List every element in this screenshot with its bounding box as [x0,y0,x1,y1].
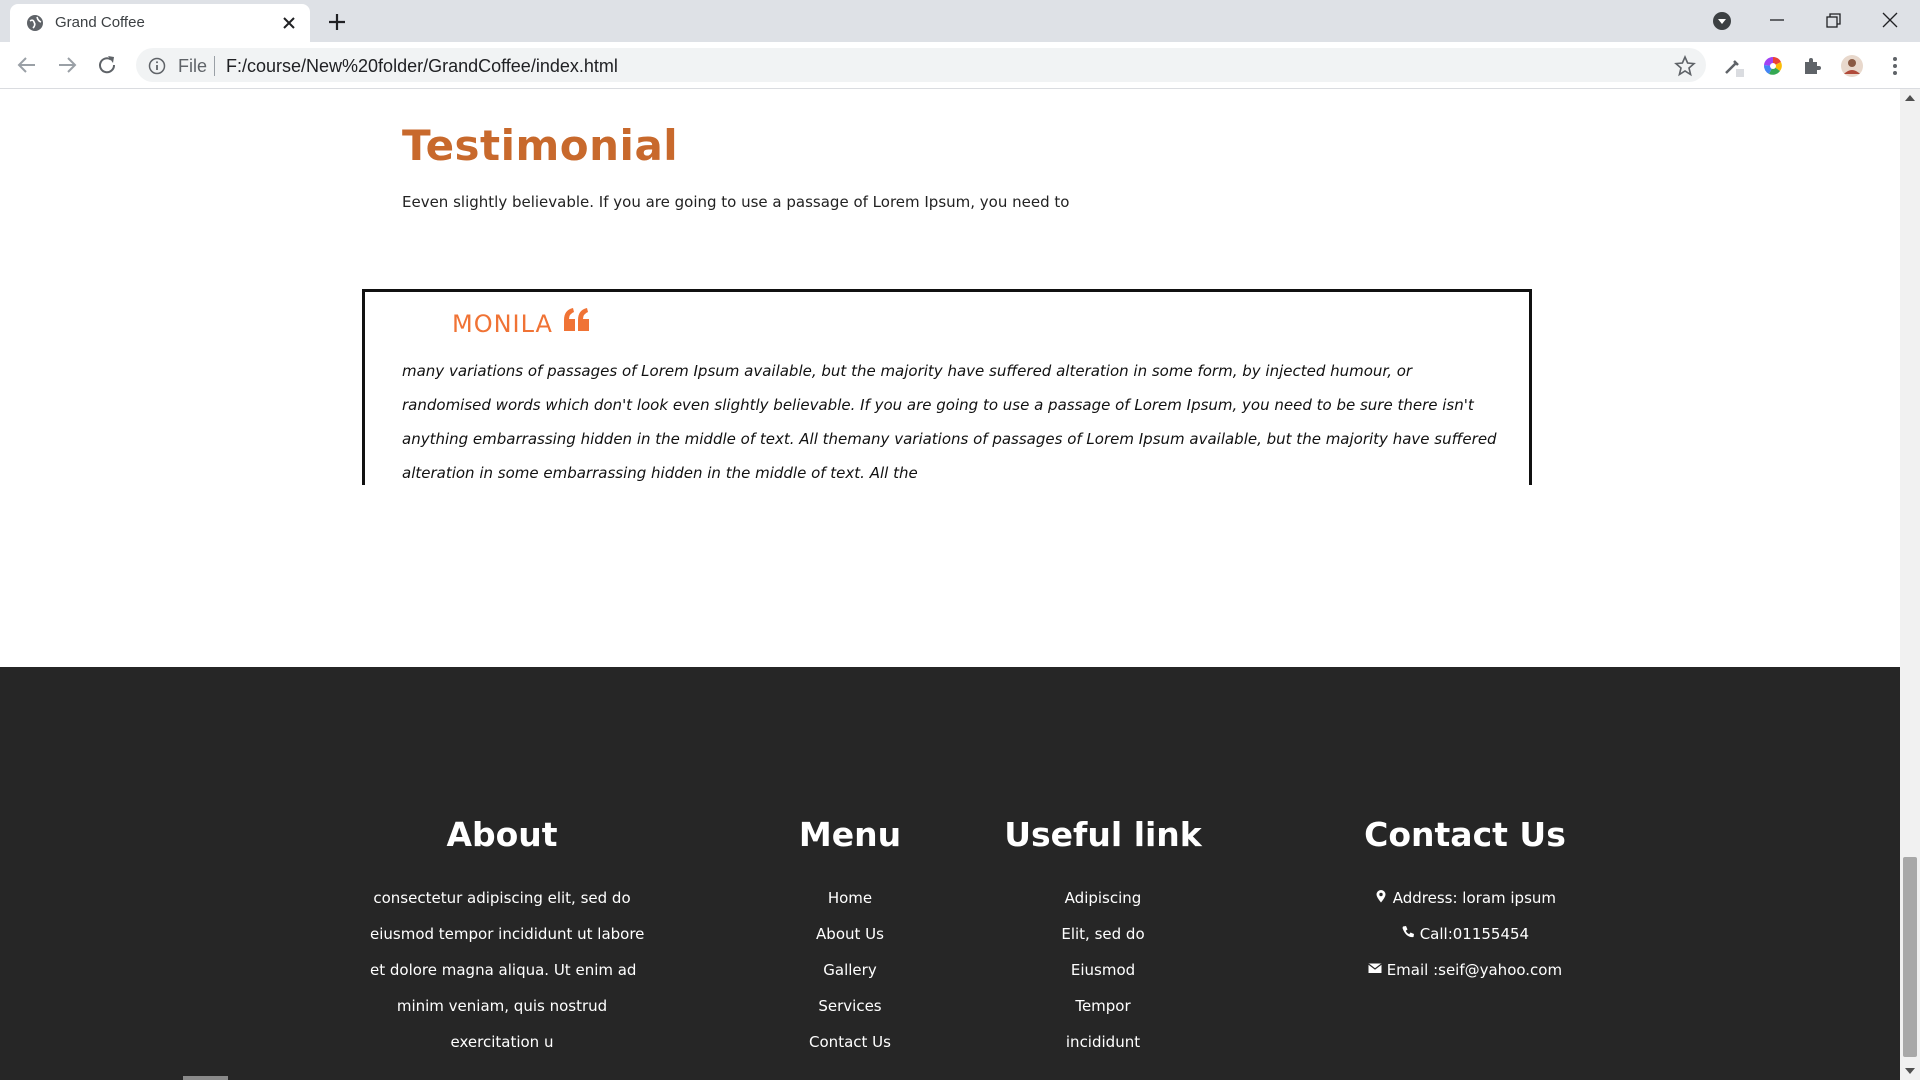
reload-icon[interactable] [94,52,120,78]
useful-link[interactable]: Elit, sed do [1000,916,1206,952]
info-icon[interactable] [148,57,166,75]
about-line: minim veniam, quis nostrud [396,997,608,1015]
bookmark-star-icon[interactable] [1674,55,1696,77]
footer-contact: Contact Us Address: loram ipsum Call:011… [1360,815,1570,988]
footer-about-heading: About [446,815,558,854]
useful-link[interactable]: Adipiscing [1000,880,1206,916]
horizontal-scrollbar-thumb[interactable] [183,1076,228,1080]
contact-email-text: Email :seif@yahoo.com [1386,961,1563,979]
useful-link[interactable]: Tempor [1000,988,1206,1024]
tab-search-icon[interactable] [1709,8,1735,34]
testimonial-subtitle: Eeven slightly believable. If you are go… [402,193,1070,211]
minimize-icon[interactable] [1764,8,1790,34]
globe-icon [27,15,43,31]
footer-useful-links: Useful link Adipiscing Elit, sed do Eius… [1000,815,1206,1060]
footer-contact-heading: Contact Us [1364,815,1566,854]
contact-address-text: Address: loram ipsum [1392,889,1557,907]
close-window-icon[interactable] [1877,8,1903,34]
forward-icon[interactable] [54,52,80,78]
file-label: File [178,56,208,76]
site-footer: About consectetur adipiscing elit, sed d… [0,667,1900,1080]
testimonial-quote: many variations of passages of Lorem Ips… [402,362,1497,482]
extensions-puzzle-icon[interactable] [1800,54,1824,78]
new-tab-icon[interactable] [326,11,348,33]
menu-link-services[interactable]: Services [790,988,910,1024]
contact-phone-text: Call:01155454 [1419,925,1530,943]
browser-tab[interactable]: Grand Coffee [10,4,310,42]
footer-menu: Menu Home About Us Gallery Services Cont… [790,815,910,1060]
scroll-up-arrow-icon[interactable] [1905,95,1915,101]
footer-menu-heading: Menu [798,815,902,854]
contact-phone: Call:01155454 [1360,916,1570,952]
about-line: consectetur adipiscing elit, sed do [373,889,631,907]
contact-email: Email :seif@yahoo.com [1360,952,1570,988]
menu-link-gallery[interactable]: Gallery [790,952,910,988]
back-icon[interactable] [14,52,40,78]
scrollbar-thumb[interactable] [1903,857,1917,1057]
testimonial-author: MONILA [452,310,553,338]
about-line: exercitation u [450,1033,554,1051]
menu-link-home[interactable]: Home [790,880,910,916]
footer-useful-heading: Useful link [1004,815,1202,854]
browser-toolbar: File F:/course/New%20folder/GrandCoffee/… [0,42,1920,89]
footer-about: About consectetur adipiscing elit, sed d… [370,815,645,1060]
menu-kebab-icon[interactable] [1883,54,1907,78]
tab-strip: Grand Coffee [0,0,1920,42]
color-wheel-extension-icon[interactable] [1761,54,1785,78]
menu-link-about[interactable]: About Us [790,916,910,952]
vertical-scrollbar[interactable] [1900,89,1920,1080]
profile-avatar-icon[interactable] [1840,54,1864,78]
map-pin-icon [1376,890,1386,903]
contact-address: Address: loram ipsum [1360,880,1570,916]
eyedropper-extension-icon[interactable] [1721,54,1745,78]
menu-link-contact[interactable]: Contact Us [790,1024,910,1060]
useful-link[interactable]: Eiusmod [1000,952,1206,988]
envelope-icon [1368,963,1382,973]
quote-icon [564,308,589,331]
scroll-down-arrow-icon[interactable] [1905,1068,1915,1074]
restore-icon[interactable] [1820,8,1846,34]
page-viewport: Testimonial Eeven slightly believable. I… [0,89,1900,1080]
about-line: eiusmod tempor incididunt ut labore [370,925,645,943]
useful-link[interactable]: incididunt [1000,1024,1206,1060]
url-text[interactable]: F:/course/New%20folder/GrandCoffee/index… [226,56,618,77]
tab-title: Grand Coffee [55,14,145,31]
divider [214,56,215,76]
testimonial-card: MONILA many variations of passages of Lo… [362,289,1532,485]
close-tab-icon[interactable] [281,15,297,31]
about-line: et dolore magna aliqua. Ut enim ad [370,961,637,979]
phone-icon [1402,926,1414,938]
testimonial-heading: Testimonial [402,121,679,170]
address-bar[interactable]: File F:/course/New%20folder/GrandCoffee/… [136,48,1706,82]
